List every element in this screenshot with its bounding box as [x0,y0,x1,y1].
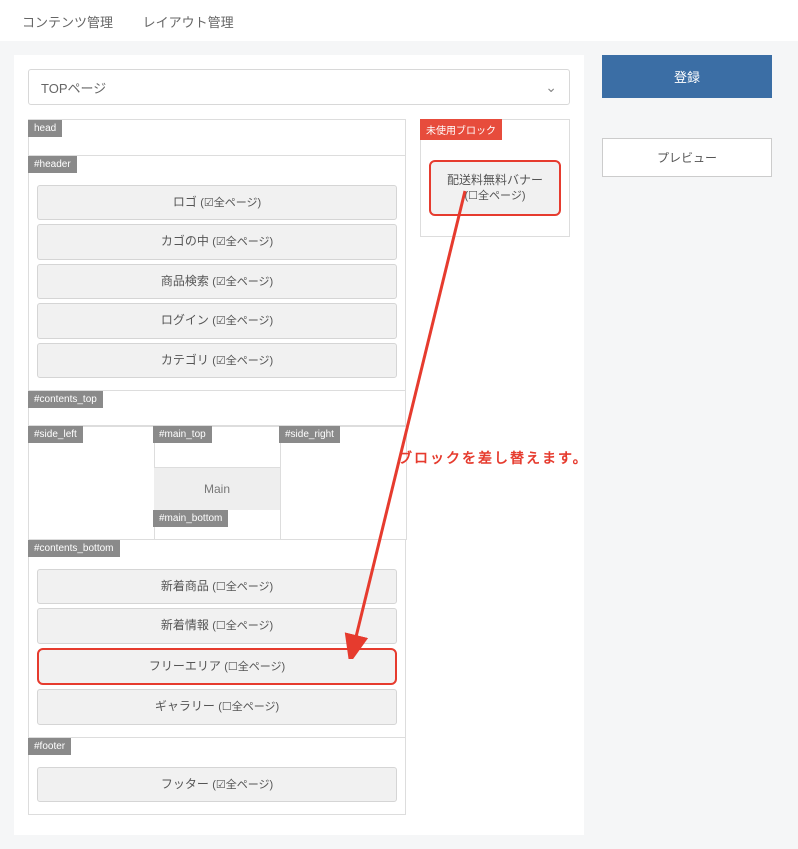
main-content-label: Main [154,467,280,510]
block-item-shipping-banner[interactable]: 配送料無料バナー (☐全ページ) [429,160,561,216]
block-item[interactable]: フッター (☑全ページ) [37,767,397,802]
region-main: #main_top Main #main_bottom [154,425,281,540]
region-label[interactable]: #main_bottom [153,510,228,527]
chevron-down-icon: ⌄ [545,79,557,96]
page-select[interactable]: TOPページ ⌄ [28,69,570,105]
block-item[interactable]: ロゴ (☑全ページ) [37,185,397,220]
tab-content[interactable]: コンテンツ管理 [14,6,121,41]
page-select-value: TOPページ [41,78,106,97]
region-label: #contents_bottom [28,540,120,557]
block-item[interactable]: 商品検索 (☑全ページ) [37,264,397,299]
preview-button[interactable]: プレビュー [602,138,772,177]
region-side-right[interactable]: #side_right [280,425,407,540]
layout-editor: TOPページ ⌄ head #header ロゴ (☑全ページ) カゴの中 (☑… [14,55,584,835]
region-unused[interactable]: 未使用ブロック 配送料無料バナー (☐全ページ) [420,119,570,237]
region-contents-top[interactable]: #contents_top [28,390,406,427]
block-item[interactable]: ギャラリー (☐全ページ) [37,689,397,724]
region-side-left[interactable]: #side_left [28,425,155,540]
region-label: #side_left [28,426,83,443]
tab-layout[interactable]: レイアウト管理 [135,6,242,41]
region-footer[interactable]: #footer フッター (☑全ページ) [28,737,406,815]
region-label: head [28,120,62,137]
register-button[interactable]: 登録 [602,55,772,98]
block-item[interactable]: 新着商品 (☐全ページ) [37,569,397,604]
block-item[interactable]: カテゴリ (☑全ページ) [37,343,397,378]
region-label: #footer [28,738,71,755]
region-head[interactable]: head [28,119,406,156]
region-contents-bottom[interactable]: #contents_bottom 新着商品 (☐全ページ) 新着情報 (☐全ペー… [28,539,406,738]
block-item[interactable]: 新着情報 (☐全ページ) [37,608,397,643]
annotation-text: ブロックを差し替えます。 [398,448,589,468]
actions: 登録 プレビュー [602,55,772,835]
block-item[interactable]: カゴの中 (☑全ページ) [37,224,397,259]
block-item[interactable]: ログイン (☑全ページ) [37,303,397,338]
region-label: #side_right [279,426,340,443]
top-tabs: コンテンツ管理 レイアウト管理 [0,0,798,41]
region-label-unused: 未使用ブロック [420,119,502,140]
block-item-free-area[interactable]: フリーエリア (☐全ページ) [37,648,397,685]
region-label: #header [28,156,77,173]
region-label[interactable]: #main_top [153,426,212,443]
region-header[interactable]: #header ロゴ (☑全ページ) カゴの中 (☑全ページ) 商品検索 (☑全… [28,155,406,391]
region-label: #contents_top [28,391,103,408]
